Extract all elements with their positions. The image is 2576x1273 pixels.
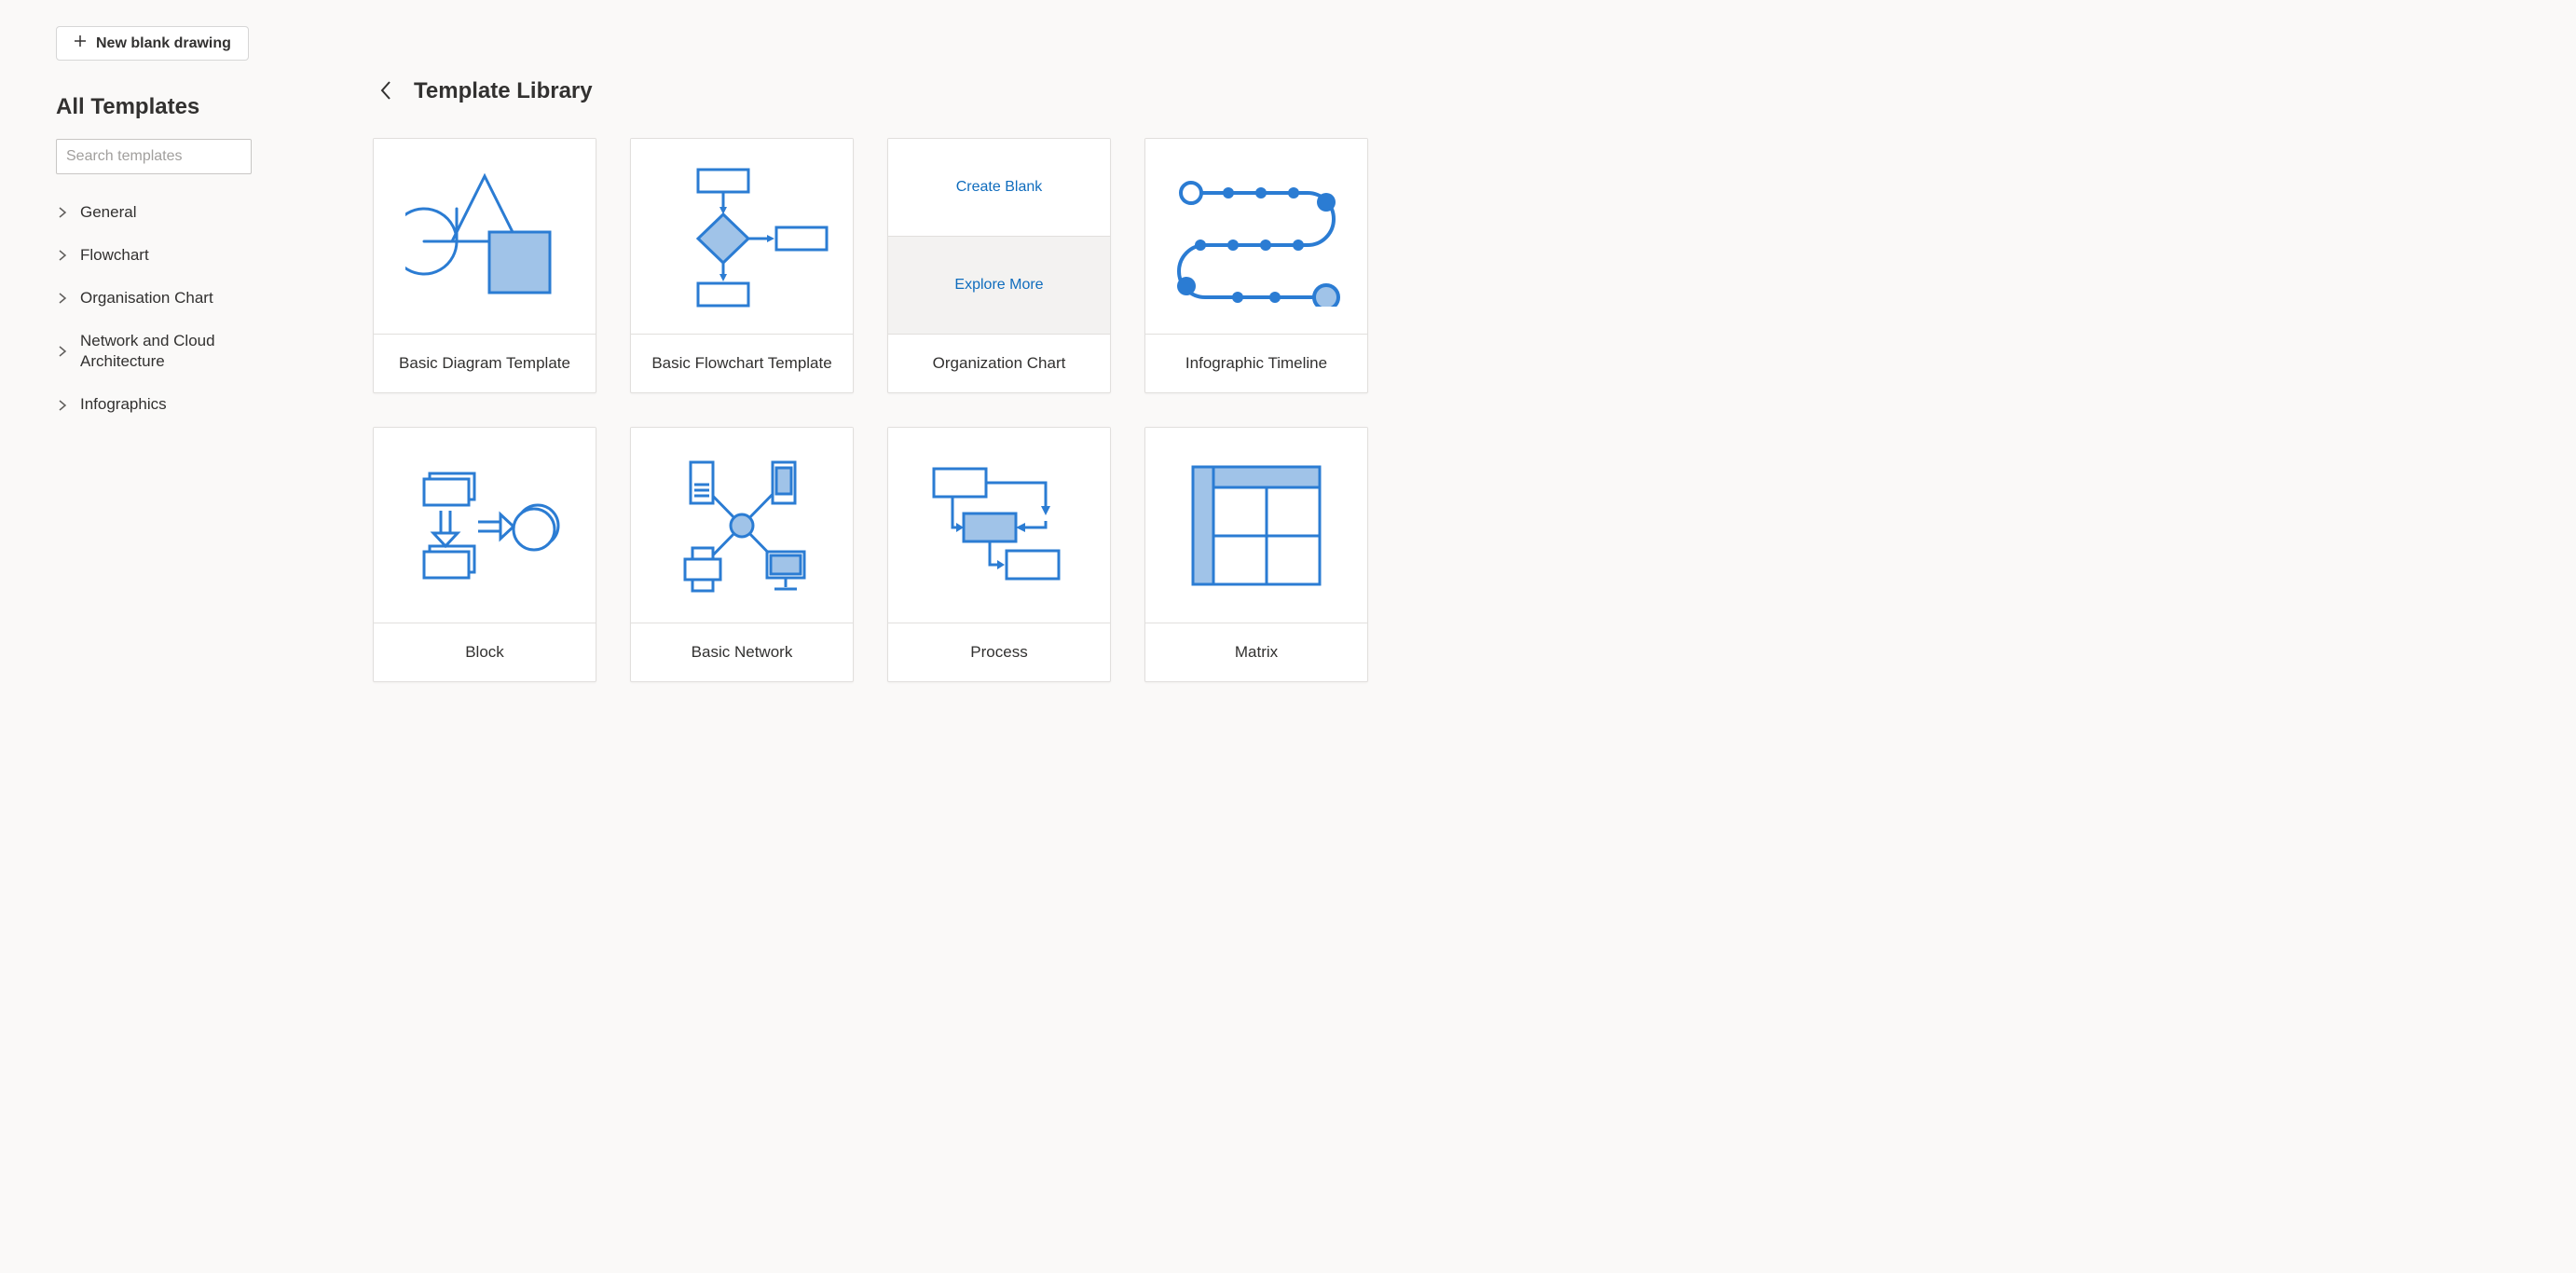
matrix-icon <box>1182 456 1331 595</box>
create-blank-button[interactable]: Create Blank <box>888 139 1110 236</box>
chevron-right-icon <box>56 399 69 412</box>
chevron-right-icon <box>56 292 69 305</box>
category-network-cloud[interactable]: Network and Cloud Architecture <box>56 320 289 383</box>
category-label: Flowchart <box>80 245 149 266</box>
template-preview <box>1145 428 1367 623</box>
search-templates-input[interactable] <box>56 139 252 174</box>
template-label: Basic Flowchart Template <box>631 335 853 392</box>
category-infographics[interactable]: Infographics <box>56 383 289 426</box>
template-card-block[interactable]: Block <box>373 427 596 682</box>
page-title: Template Library <box>414 78 593 104</box>
explore-more-button[interactable]: Explore More <box>888 236 1110 334</box>
template-label: Organization Chart <box>888 335 1110 392</box>
basic-flowchart-icon <box>653 162 830 311</box>
template-card-infographic-timeline[interactable]: Infographic Timeline <box>1144 138 1368 393</box>
sidebar: New blank drawing All Templates General … <box>0 26 317 1273</box>
template-preview <box>1145 139 1367 335</box>
chevron-left-icon <box>378 79 393 104</box>
category-label: Infographics <box>80 394 167 415</box>
category-label: Network and Cloud Architecture <box>80 331 289 372</box>
new-blank-drawing-button[interactable]: New blank drawing <box>56 26 249 61</box>
category-organisation-chart[interactable]: Organisation Chart <box>56 277 289 320</box>
template-label: Block <box>374 623 596 681</box>
template-preview <box>374 428 596 623</box>
template-card-basic-network[interactable]: Basic Network <box>630 427 854 682</box>
chevron-right-icon <box>56 249 69 262</box>
block-icon <box>405 460 564 591</box>
back-button[interactable] <box>373 78 399 104</box>
category-flowchart[interactable]: Flowchart <box>56 234 289 277</box>
infographic-timeline-icon <box>1168 167 1345 307</box>
template-preview <box>631 139 853 335</box>
template-label: Basic Network <box>631 623 853 681</box>
basic-diagram-icon <box>405 162 564 311</box>
template-grid: Basic Diagram Template <box>373 138 2520 682</box>
chevron-right-icon <box>56 206 69 219</box>
template-label: Basic Diagram Template <box>374 335 596 392</box>
template-card-basic-flowchart[interactable]: Basic Flowchart Template <box>630 138 854 393</box>
template-preview <box>374 139 596 335</box>
process-icon <box>915 456 1083 595</box>
category-label: Organisation Chart <box>80 288 213 308</box>
template-card-process[interactable]: Process <box>887 427 1111 682</box>
template-label: Process <box>888 623 1110 681</box>
template-preview <box>888 428 1110 623</box>
category-label: General <box>80 202 136 223</box>
category-list: General Flowchart Organisation Chart Net… <box>56 191 289 427</box>
sidebar-title: All Templates <box>56 94 289 120</box>
plus-icon <box>74 34 87 52</box>
template-label: Infographic Timeline <box>1145 335 1367 392</box>
template-card-matrix[interactable]: Matrix <box>1144 427 1368 682</box>
template-card-organization-chart[interactable]: Create Blank Explore More Organization C… <box>887 138 1111 393</box>
main-content: Template Library Basic Diagram Template <box>317 26 2576 1273</box>
template-preview <box>631 428 853 623</box>
template-preview: Create Blank Explore More <box>888 139 1110 335</box>
category-general[interactable]: General <box>56 191 289 234</box>
basic-network-icon <box>663 451 821 600</box>
new-blank-drawing-label: New blank drawing <box>96 35 231 52</box>
main-header: Template Library <box>373 78 2520 104</box>
template-label: Matrix <box>1145 623 1367 681</box>
template-card-basic-diagram[interactable]: Basic Diagram Template <box>373 138 596 393</box>
chevron-right-icon <box>56 345 69 358</box>
